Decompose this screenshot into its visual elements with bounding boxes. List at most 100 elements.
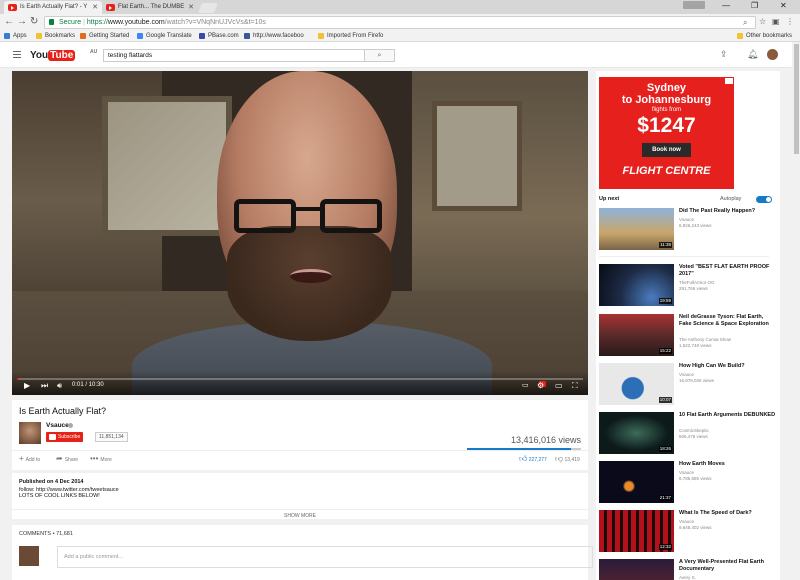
forward-icon[interactable]: →: [17, 16, 27, 28]
video-views: 9,648,402 views: [679, 525, 712, 530]
close-window-icon[interactable]: ✕: [780, 0, 787, 12]
video-duration: 19:59: [658, 298, 672, 304]
related-video[interactable]: 12:32 What Is The Speed of Dark? Vsauce …: [599, 510, 777, 556]
tab-strip: Is Earth Actually Flat? - Y ✕ Flat Earth…: [0, 0, 800, 14]
youtube-logo[interactable]: You Tube AU: [30, 49, 97, 62]
browser-tab-active[interactable]: Is Earth Actually Flat? - Y ✕: [4, 1, 102, 14]
adchoices-icon[interactable]: [725, 78, 733, 84]
url-path: /watch?v=VNqNnUJVcVs&t=10s: [164, 19, 266, 26]
play-icon[interactable]: ▶: [24, 381, 30, 391]
reload-icon[interactable]: ↻: [30, 16, 38, 28]
settings-gear-icon[interactable]: ⚙: [537, 381, 544, 391]
subscribe-button[interactable]: Subscribe: [46, 432, 84, 442]
bookmark-pbase[interactable]: PBase.com: [199, 31, 239, 41]
guide-menu-icon[interactable]: [13, 51, 21, 58]
plus-icon: +: [19, 454, 24, 463]
bookmarks-bar: Apps Bookmarks Getting Started Google Tr…: [0, 31, 800, 42]
related-video[interactable]: 15:22 Neil deGrasse Tyson: Flat Earth, F…: [599, 314, 777, 360]
publish-date: Published on 4 Dec 2014: [19, 479, 84, 485]
progress-fill: [17, 378, 19, 380]
show-more-button[interactable]: SHOW MORE: [12, 509, 588, 519]
bookmark-label: Apps: [13, 33, 27, 39]
related-video[interactable]: 11:38 Did The Past Really Happen? Vsauce…: [599, 208, 777, 254]
video-description: Published on 4 Dec 2014 follow: http://w…: [12, 473, 588, 519]
video-title: Neil deGrasse Tyson: Flat Earth, Fake Sc…: [679, 314, 769, 327]
theater-mode-icon[interactable]: ▭: [555, 381, 563, 391]
video-thumbnail: 21:37: [599, 461, 674, 503]
ad-book-now-button[interactable]: Book now: [642, 143, 691, 157]
divider: [599, 256, 769, 257]
extension-icon[interactable]: ▣: [772, 16, 780, 28]
search-button[interactable]: ⌕: [365, 49, 395, 62]
profile-chip[interactable]: [683, 1, 705, 9]
bookmark-label: http://www.faceboo: [253, 33, 304, 39]
close-tab-icon[interactable]: ✕: [92, 1, 98, 14]
video-thumbnail: 18:26: [599, 412, 674, 454]
advertisement[interactable]: Sydney to Johannesburg flights from $124…: [599, 77, 734, 189]
dislike-button[interactable]: 👎︎ 13,419: [555, 454, 580, 464]
share-button[interactable]: ➦ Share: [56, 454, 78, 463]
bookmark-apps[interactable]: Apps: [4, 31, 27, 41]
folder-icon: [737, 33, 743, 39]
next-icon[interactable]: ⏭︎: [41, 381, 48, 391]
ad-price: $1247: [637, 114, 696, 137]
other-bookmarks[interactable]: Other bookmarks: [737, 31, 792, 41]
bookmark-imported[interactable]: Imported From Firefo: [318, 31, 383, 41]
youtube-favicon-icon: [106, 4, 115, 11]
zoom-icon[interactable]: ⌕: [743, 17, 747, 28]
related-video[interactable]: 19:59 Voted "BEST FLAT EARTH PROOF 2017"…: [599, 264, 777, 310]
related-video[interactable]: A Very Well-Presented Flat Earth Documen…: [599, 559, 777, 580]
upload-icon[interactable]: ⇪: [720, 49, 728, 60]
volume-icon[interactable]: 🔊︎: [57, 381, 62, 391]
video-player[interactable]: ▶ ⏭︎ 🔊︎ 0:01 / 10:30 ▭ ⚙ ▭ ⛶: [12, 71, 588, 395]
related-video[interactable]: 10:07 How High Can We Build? Vsauce 16,9…: [599, 363, 777, 409]
video-duration: 10:07: [658, 397, 672, 403]
bookmark-star-icon[interactable]: ☆: [759, 16, 766, 28]
subscriber-count: 11,851,134: [95, 432, 128, 442]
minimize-icon[interactable]: —: [722, 0, 730, 12]
search-input[interactable]: testing flattards: [103, 49, 365, 62]
back-icon[interactable]: ←: [4, 16, 14, 28]
video-duration: 11:38: [659, 242, 672, 248]
progress-bar[interactable]: [17, 378, 583, 380]
bookmark-google-translate[interactable]: Google Translate: [137, 31, 192, 41]
fullscreen-icon[interactable]: ⛶: [572, 381, 578, 391]
related-video[interactable]: 18:26 10 Flat Earth Arguments DEBUNKED C…: [599, 412, 777, 458]
video-thumbnail: 11:38: [599, 208, 674, 250]
video-title: 10 Flat Earth Arguments DEBUNKED: [679, 412, 776, 418]
maximize-icon[interactable]: ❐: [751, 0, 758, 12]
close-tab-icon[interactable]: ✕: [188, 1, 194, 14]
subtitles-icon[interactable]: ▭: [522, 381, 529, 391]
like-count: 227,277: [528, 457, 547, 463]
video-channel: Vsauce: [679, 372, 695, 377]
address-bar[interactable]: Secure | https://www.youtube.com/watch?v…: [44, 16, 756, 29]
ad-line: to Johannesburg: [621, 94, 712, 106]
new-tab-button[interactable]: [198, 3, 218, 13]
avatar[interactable]: [767, 49, 778, 60]
video-thumbnail: 10:07: [599, 363, 674, 405]
menu-icon[interactable]: ⋮: [786, 16, 794, 28]
channel-name[interactable]: Vsauce: [46, 422, 69, 429]
video-channel: The Anthony Cumia Show: [679, 337, 732, 342]
browser-tab[interactable]: Flat Earth... The DUMBE ✕: [102, 1, 198, 14]
bookmark-facebook[interactable]: http://www.faceboo: [244, 31, 304, 41]
other-bookmarks-label: Other bookmarks: [746, 33, 793, 39]
youtube-header: You Tube AU testing flattards ⌕ ⇪ 🔔︎: [0, 42, 800, 68]
comment-input[interactable]: Add a public comment...: [57, 546, 593, 568]
star-icon: [36, 33, 42, 39]
related-video[interactable]: 21:37 How Earth Moves Vsauce 6,786,585 v…: [599, 461, 777, 507]
bookmark-bookmarks[interactable]: Bookmarks: [36, 31, 75, 41]
scrollbar-thumb[interactable]: [794, 44, 799, 154]
video-channel: Avery S.: [679, 575, 696, 580]
autoplay-toggle[interactable]: [756, 196, 772, 203]
like-button[interactable]: 👍︎ 227,277: [519, 454, 547, 464]
ad-line: flights from: [651, 107, 682, 113]
more-button[interactable]: ••• More: [90, 454, 112, 463]
channel-avatar[interactable]: [19, 422, 41, 444]
secure-label: Secure: [59, 19, 82, 26]
notifications-bell-icon[interactable]: 🔔︎: [747, 49, 758, 60]
bookmark-getting-started[interactable]: Getting Started: [80, 31, 129, 41]
add-to-button[interactable]: + Add to: [19, 454, 40, 463]
video-channel: Vsauce: [679, 470, 695, 475]
video-frame-glasses-left: [234, 199, 296, 233]
